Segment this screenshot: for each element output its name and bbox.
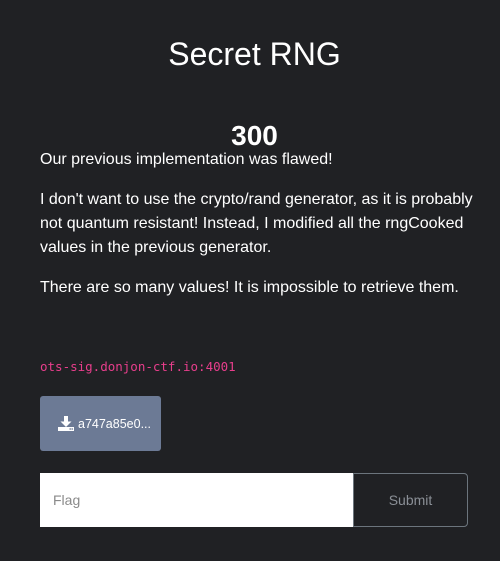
- flag-input[interactable]: [40, 473, 353, 527]
- challenge-title: Secret RNG: [168, 36, 341, 73]
- description-paragraph: There are so many values! It is impossib…: [40, 279, 459, 296]
- description-paragraph: Our previous implementation was flawed!: [40, 151, 333, 168]
- submit-button[interactable]: Submit: [353, 473, 468, 527]
- challenge-description: Our previous implementation was flawed! …: [40, 148, 480, 316]
- file-name: a747a85e0...: [78, 416, 151, 431]
- description-paragraph: I don't want to use the crypto/rand gene…: [40, 191, 473, 256]
- connection-info: ots-sig.donjon-ctf.io:4001: [40, 359, 236, 374]
- download-file-button[interactable]: a747a85e0...: [40, 396, 161, 451]
- download-icon: [58, 416, 74, 431]
